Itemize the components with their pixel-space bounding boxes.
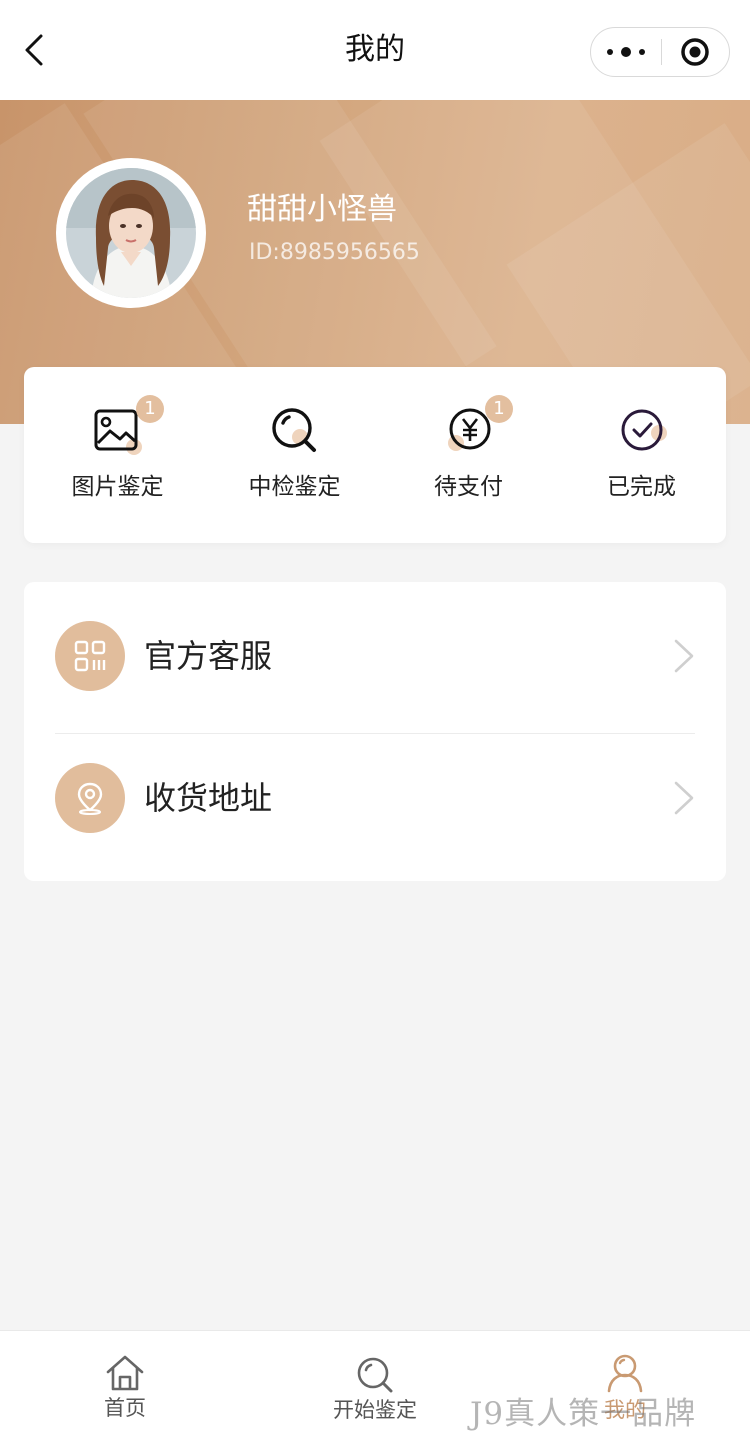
order-item-image-appraisal[interactable]: 1 图片鉴定 (30, 367, 205, 543)
order-item-label: 中检鉴定 (248, 474, 341, 500)
record-target-icon (681, 38, 709, 66)
check-circle-icon (621, 409, 667, 451)
menu-item-label: 官方客服 (144, 637, 273, 675)
chevron-right-icon (674, 781, 694, 815)
order-item-label: 待支付 (434, 474, 503, 500)
order-item-label: 已完成 (607, 474, 676, 500)
magnifier-icon (271, 408, 316, 452)
menu-icon-badge (55, 763, 125, 833)
location-pin-icon (77, 782, 103, 815)
menu-item-label: 收货地址 (144, 779, 273, 817)
qr-code-icon (74, 640, 106, 672)
top-navbar: 我的 (0, 0, 750, 100)
order-badge: 1 (485, 395, 513, 423)
home-icon (106, 1355, 144, 1391)
capsule-more-button[interactable] (591, 28, 661, 76)
more-dots-icon (606, 47, 645, 57)
order-item-pending-payment[interactable]: 1 待支付 (381, 367, 556, 543)
tab-label: 首页 (104, 1396, 146, 1420)
menu-item-shipping-address[interactable]: 收货地址 (24, 724, 726, 864)
menu-item-customer-service[interactable]: 官方客服 (24, 582, 726, 722)
user-icon (607, 1354, 643, 1393)
user-id: ID:8985956565 (249, 240, 420, 265)
order-status-card: 1 图片鉴定 中检鉴定 1 待支付 已完成 (24, 367, 726, 543)
capsule-close-button[interactable] (662, 28, 730, 76)
tab-label: 开始鉴定 (333, 1398, 417, 1422)
tab-start-appraisal[interactable]: 开始鉴定 (250, 1331, 500, 1440)
magnifier-icon (357, 1357, 393, 1393)
order-item-label: 图片鉴定 (71, 474, 164, 500)
service-menu-card: 官方客服 收货地址 (24, 582, 726, 881)
order-item-inspection-appraisal[interactable]: 中检鉴定 (207, 367, 382, 543)
menu-icon-badge (55, 621, 125, 691)
avatar-photo (66, 168, 196, 298)
user-name: 甜甜小怪兽 (247, 192, 397, 227)
chevron-right-icon (674, 639, 694, 673)
order-item-completed[interactable]: 已完成 (554, 367, 729, 543)
order-badge: 1 (136, 395, 164, 423)
watermark-text: J9真人策一品牌 (470, 1396, 697, 1432)
mini-program-capsule (590, 27, 730, 77)
avatar[interactable] (56, 158, 206, 308)
tab-home[interactable]: 首页 (0, 1331, 250, 1440)
